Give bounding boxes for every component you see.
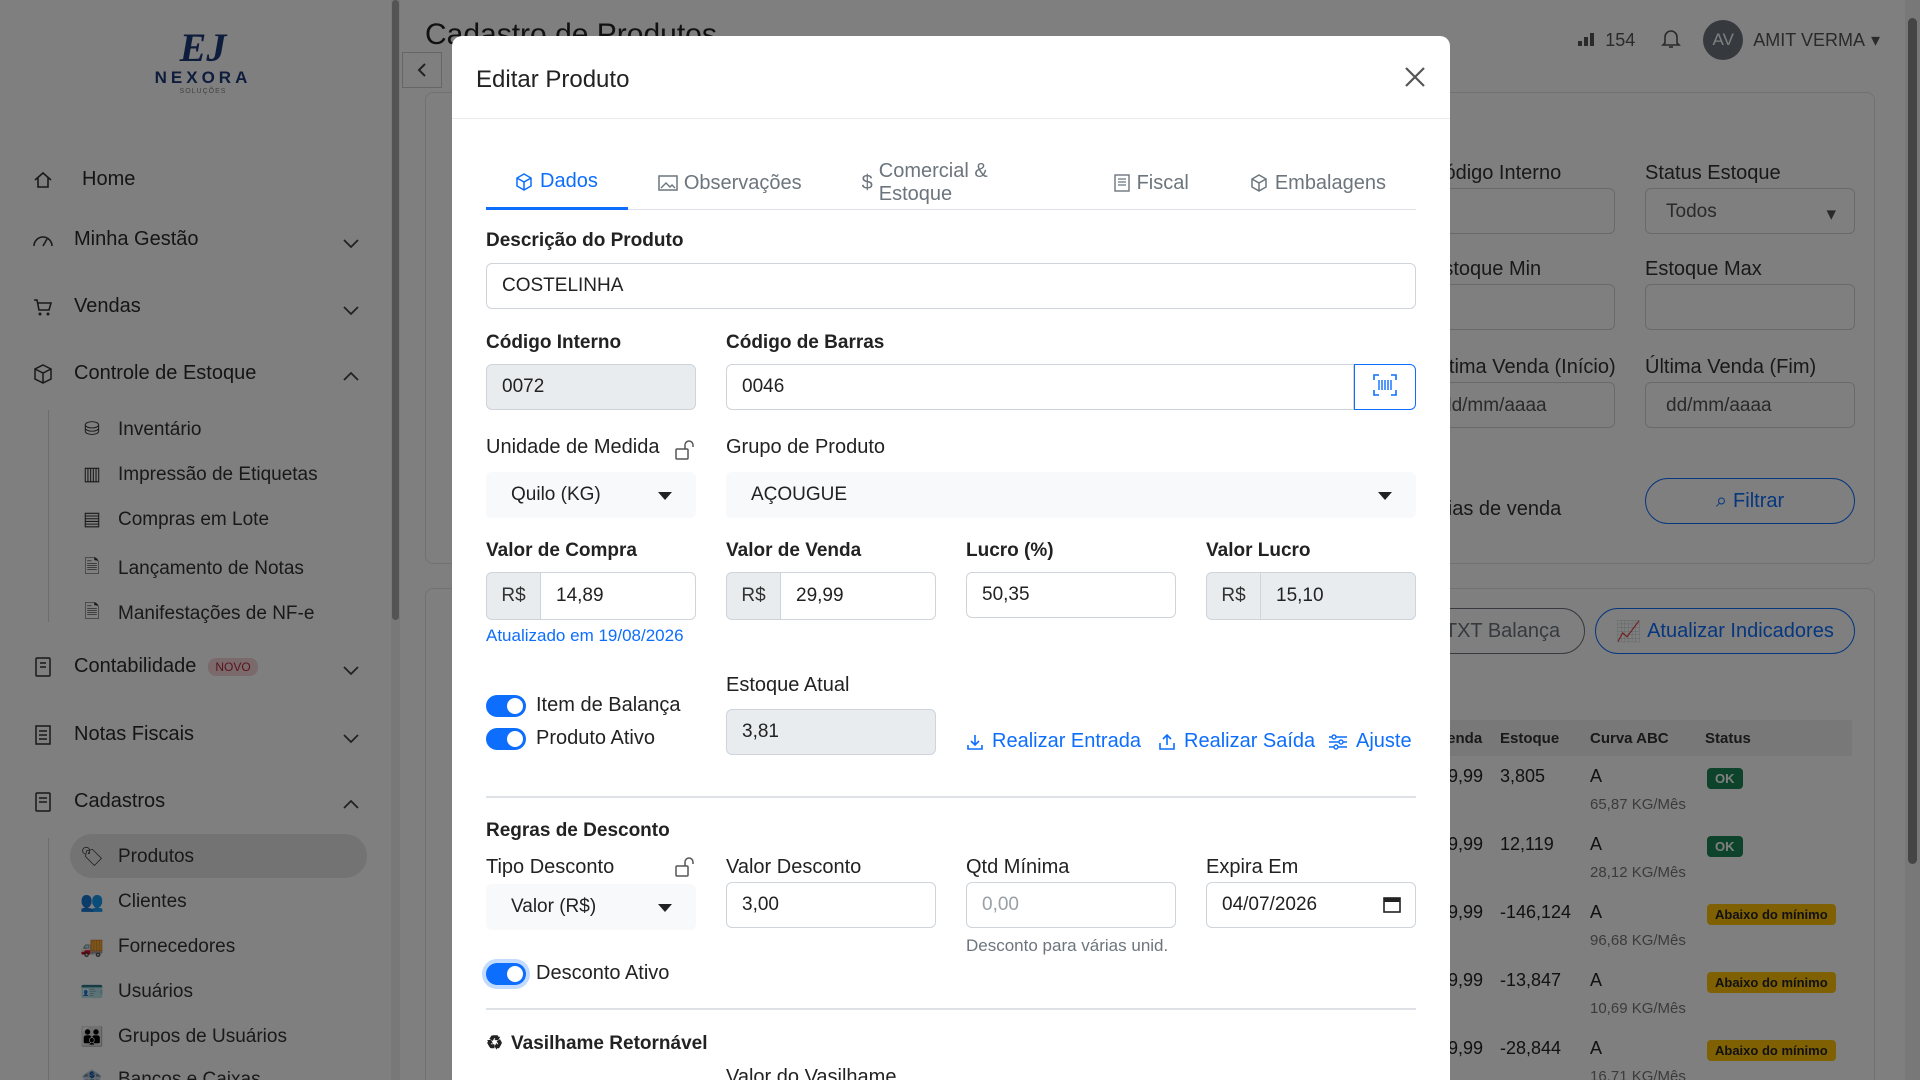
upload-icon <box>1158 733 1176 751</box>
currency-addon: R$ <box>486 572 540 620</box>
estoque-atual-input: 3,81 <box>726 709 936 755</box>
section-divider <box>486 796 1416 798</box>
grupo-label: Grupo de Produto <box>726 436 885 458</box>
close-icon[interactable] <box>1400 62 1430 92</box>
codigo-barras-label: Código de Barras <box>726 332 885 353</box>
barcode-scan-icon <box>1373 373 1397 401</box>
expira-input[interactable]: 04/07/2026 <box>1206 882 1416 928</box>
document-icon <box>1113 174 1131 192</box>
grupo-select[interactable]: AÇOUGUE <box>726 472 1416 518</box>
produto-ativo-toggle[interactable]: Produto Ativo <box>486 727 655 750</box>
currency-addon: R$ <box>726 572 780 620</box>
valor-desconto-input[interactable]: 3,00 <box>726 882 936 928</box>
tab-label: Embalagens <box>1274 171 1386 194</box>
modal-header: Editar Produto <box>452 36 1450 119</box>
item-balanca-toggle[interactable]: Item de Balança <box>486 694 681 717</box>
toggle-switch[interactable] <box>486 694 526 717</box>
tab-embalagens[interactable]: Embalagens <box>1219 156 1416 210</box>
atualizado-info: Atualizado em 19/08/2026 <box>486 626 684 645</box>
valor-compra-group: R$ 14,89 <box>486 572 696 620</box>
tab-observacoes[interactable]: Observações <box>628 156 832 210</box>
tab-label: Fiscal <box>1136 171 1189 194</box>
valor-lucro-input: 15,10 <box>1260 572 1416 620</box>
grupo-value: AÇOUGUE <box>751 484 848 505</box>
toggle-label: Produto Ativo <box>536 727 655 749</box>
download-icon <box>966 733 984 751</box>
image-icon <box>658 174 678 192</box>
recycle-icon: ♻ <box>486 1033 504 1054</box>
toggle-switch[interactable] <box>486 962 526 985</box>
descricao-input[interactable]: COSTELINHA <box>486 263 1416 309</box>
caret-down-icon <box>1378 492 1392 500</box>
regras-desconto-title: Regras de Desconto <box>486 820 670 841</box>
valor-desconto-label: Valor Desconto <box>726 856 862 878</box>
currency-addon: R$ <box>1206 572 1260 620</box>
tipo-desconto-select[interactable]: Valor (R$) <box>486 884 696 930</box>
sliders-icon <box>1328 733 1348 751</box>
valor-compra-input[interactable]: 14,89 <box>540 572 696 620</box>
qtd-minima-input[interactable]: 0,00 <box>966 882 1176 928</box>
realizar-saida-link[interactable]: Realizar Saída <box>1158 730 1315 753</box>
dollar-icon: $ <box>861 171 873 194</box>
valor-lucro-label: Valor Lucro <box>1206 540 1311 561</box>
tipo-desconto-value: Valor (R$) <box>511 896 597 917</box>
link-label: Realizar Saída <box>1184 730 1316 752</box>
valor-vasilhame-label: Valor do Vasilhame <box>726 1066 897 1080</box>
desconto-ativo-toggle[interactable]: Desconto Ativo <box>486 962 669 985</box>
toggle-label: Item de Balança <box>536 694 681 716</box>
lucro-label: Lucro (%) <box>966 540 1054 561</box>
tab-label: Observações <box>683 171 802 194</box>
unlock-icon[interactable] <box>674 439 694 461</box>
lucro-input[interactable]: 50,35 <box>966 572 1176 618</box>
expira-label: Expira Em <box>1206 856 1299 878</box>
tipo-desconto-label: Tipo Desconto <box>486 856 615 878</box>
valor-compra-label: Valor de Compra <box>486 540 637 561</box>
toggle-label: Desconto Ativo <box>536 962 670 984</box>
cube-icon <box>514 172 534 192</box>
package-icon <box>1249 173 1269 193</box>
caret-down-icon <box>658 492 672 500</box>
calendar-icon[interactable] <box>1383 895 1401 919</box>
link-label: Realizar Entrada <box>992 730 1141 752</box>
codigo-interno-input: 0072 <box>486 364 696 410</box>
caret-down-icon <box>658 904 672 912</box>
link-label: Ajuste <box>1356 730 1412 752</box>
realizar-entrada-link[interactable]: Realizar Entrada <box>966 730 1141 753</box>
tab-comercial-estoque[interactable]: $ Comercial & Estoque <box>832 156 1083 210</box>
modal-title: Editar Produto <box>476 66 630 93</box>
vasilhame-title-text: Vasilhame Retornável <box>511 1032 708 1054</box>
unlock-icon[interactable] <box>674 856 694 878</box>
valor-lucro-group: R$ 15,10 <box>1206 572 1416 620</box>
codigo-interno-label: Código Interno <box>486 332 622 353</box>
codigo-barras-input[interactable]: 0046 <box>726 364 1354 410</box>
section-divider <box>486 1008 1416 1010</box>
tab-label: Dados <box>540 170 598 192</box>
unidade-select[interactable]: Quilo (KG) <box>486 472 696 518</box>
estoque-atual-label: Estoque Atual <box>726 674 850 696</box>
modal-tabs: Dados Observações $ Comercial & Estoque F… <box>486 156 1416 210</box>
tab-label: Comercial & Estoque <box>878 160 988 205</box>
tab-dados[interactable]: Dados <box>486 156 628 210</box>
qtd-minima-label: Qtd Mínima <box>966 856 1070 878</box>
barcode-scan-button[interactable] <box>1354 364 1416 410</box>
unidade-value: Quilo (KG) <box>511 484 601 505</box>
vasilhame-title: ♻ Vasilhame Retornável <box>486 1032 707 1055</box>
tab-fiscal[interactable]: Fiscal <box>1083 156 1219 210</box>
valor-venda-input[interactable]: 29,99 <box>780 572 936 620</box>
toggle-switch[interactable] <box>486 727 526 750</box>
descricao-label: Descrição do Produto <box>486 230 684 251</box>
ajuste-link[interactable]: Ajuste <box>1328 730 1412 753</box>
qtd-minima-help: Desconto para várias unid. <box>966 936 1169 955</box>
unidade-label: Unidade de Medida <box>486 436 660 458</box>
valor-venda-group: R$ 29,99 <box>726 572 936 620</box>
valor-venda-label: Valor de Venda <box>726 540 862 561</box>
expira-value: 04/07/2026 <box>1222 894 1318 915</box>
edit-product-modal: Editar Produto Dados Observações $ Comerc… <box>452 36 1450 1080</box>
